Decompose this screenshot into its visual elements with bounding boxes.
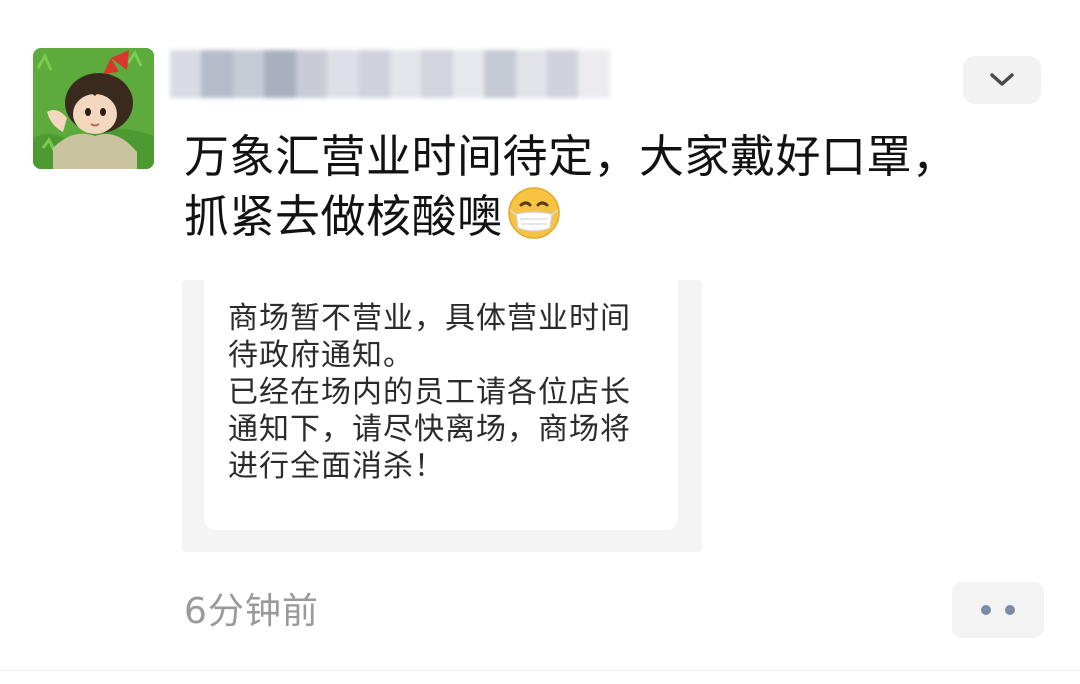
post-text: 万象汇营业时间待定，大家戴好口罩， 抓紧去做核酸噢	[184, 128, 1044, 246]
notice-line: 商场暂不营业，具体营业时间	[228, 301, 631, 336]
mask-face-emoji	[507, 187, 560, 239]
avatar[interactable]	[33, 48, 154, 169]
post-text-line: 抓紧去做核酸噢	[184, 186, 1044, 246]
moments-post: 万象汇营业时间待定，大家戴好口罩， 抓紧去做核酸噢 商场暂不营业，具体营业时间 …	[0, 0, 1080, 684]
username-blurred[interactable]	[170, 50, 610, 98]
post-text-line-content: 抓紧去做核酸噢	[184, 190, 503, 243]
notice-text: 商场暂不营业，具体营业时间 待政府通知。 已经在场内的员工请各位店长 通知下，请…	[228, 300, 668, 485]
avatar-image	[33, 48, 154, 169]
attached-image[interactable]: 商场暂不营业，具体营业时间 待政府通知。 已经在场内的员工请各位店长 通知下，请…	[182, 280, 702, 552]
more-actions-button[interactable]	[952, 582, 1044, 638]
notice-line: 通知下，请尽快离场，商场将	[228, 412, 631, 447]
notice-line: 待政府通知。	[228, 338, 414, 373]
notice-card: 商场暂不营业，具体营业时间 待政府通知。 已经在场内的员工请各位店长 通知下，请…	[204, 280, 678, 530]
notice-line: 进行全面消杀！	[228, 449, 445, 484]
more-dots-icon	[981, 605, 991, 615]
more-dots-icon	[1005, 605, 1015, 615]
chevron-down-icon	[990, 73, 1014, 86]
post-timestamp: 6分钟前	[184, 591, 319, 632]
divider	[0, 670, 1080, 671]
post-text-line: 万象汇营业时间待定，大家戴好口罩，	[184, 130, 958, 183]
notice-line: 已经在场内的员工请各位店长	[228, 375, 631, 410]
collapse-button[interactable]	[963, 56, 1041, 104]
